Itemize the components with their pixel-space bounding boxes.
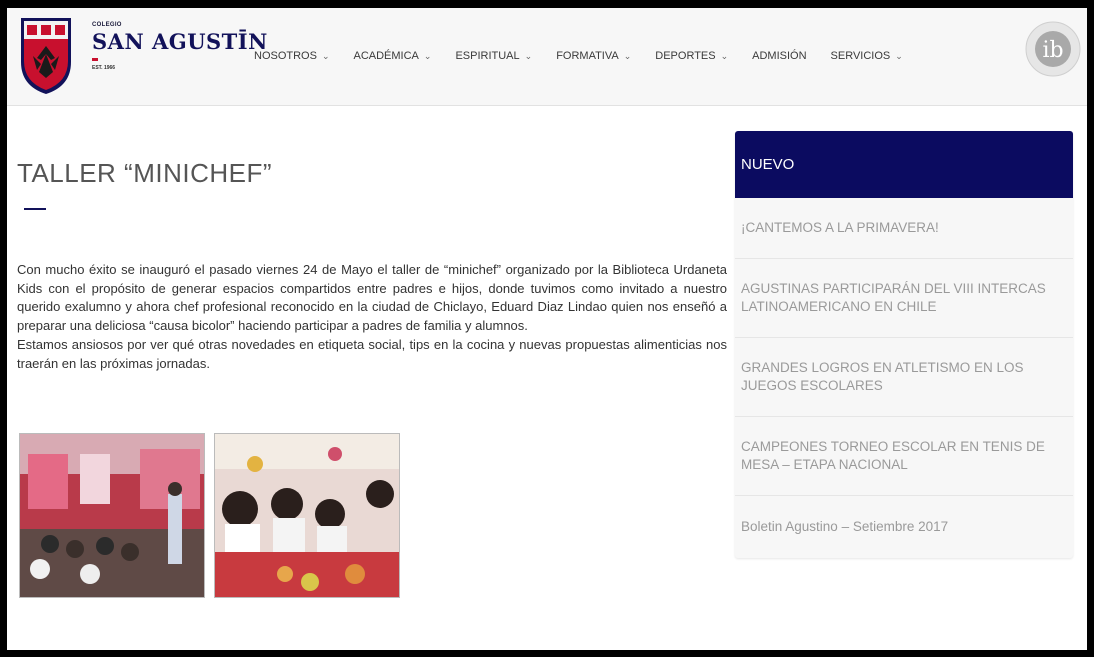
sidebar-news-item[interactable]: CAMPEONES TORNEO ESCOLAR EN TENIS DE MES… <box>735 417 1073 496</box>
sidebar-heading: NUEVO <box>735 131 1073 198</box>
nav-label: ACADÉMICA <box>353 50 419 62</box>
brand-name: SAN AGUSTĪN <box>92 29 268 54</box>
nav-label: ADMISIÓN <box>752 50 807 62</box>
news-sidebar: NUEVO ¡CANTEMOS A LA PRIMAVERA! AGUSTINA… <box>735 131 1073 558</box>
nav-label: SERVICIOS <box>830 50 891 62</box>
chevron-down-icon: ⌄ <box>895 50 903 61</box>
main-nav: NOSOTROS ⌄ ACADÉMICA ⌄ ESPIRITUAL ⌄ FORMATI… <box>254 50 927 62</box>
ib-logo-letters: ib <box>1042 38 1063 63</box>
chevron-down-icon: ⌄ <box>423 50 432 61</box>
chevron-down-icon: ⌄ <box>720 50 729 61</box>
nav-item-academica[interactable]: ACADÉMICA ⌄ <box>354 50 432 62</box>
classroom-photo-image <box>20 434 204 597</box>
nav-item-espiritual[interactable]: ESPIRITUAL ⌄ <box>455 50 532 62</box>
nav-label: ESPIRITUAL <box>455 50 520 62</box>
site-header: COLEGIO SAN AGUSTĪN EST. 1966 NOSOTROS ⌄ … <box>7 8 1087 106</box>
ib-world-school-logo[interactable]: ib <box>1024 20 1082 78</box>
article-body: Con mucho éxito se inauguró el pasado vi… <box>17 261 727 373</box>
chevron-down-icon: ⌄ <box>623 50 632 61</box>
nav-item-nosotros[interactable]: NOSOTROS ⌄ <box>254 50 330 62</box>
brand-block[interactable]: COLEGIO SAN AGUSTĪN EST. 1966 <box>92 22 268 71</box>
nav-label: NOSOTROS <box>254 50 317 62</box>
sidebar-news-item[interactable]: ¡CANTEMOS A LA PRIMAVERA! <box>735 198 1073 259</box>
nav-item-deportes[interactable]: DEPORTES ⌄ <box>655 50 728 62</box>
nav-item-formativa[interactable]: FORMATIVA ⌄ <box>556 50 631 62</box>
school-crest-logo[interactable] <box>19 16 73 96</box>
article-title: TALLER “MINICHEF” <box>17 158 273 188</box>
chevron-down-icon: ⌄ <box>524 50 533 61</box>
nav-item-admision[interactable]: ADMISIÓN <box>752 50 806 62</box>
nav-label: FORMATIVA <box>556 50 619 62</box>
chevron-down-icon: ⌄ <box>321 50 330 61</box>
article-paragraph: Con mucho éxito se inauguró el pasado vi… <box>17 262 727 334</box>
sidebar-news-item[interactable]: GRANDES LOGROS EN ATLETISMO EN LOS JUEGO… <box>735 338 1073 417</box>
brand-established: EST. 1966 <box>92 65 116 71</box>
nav-item-servicios[interactable]: SERVICIOS ⌄ <box>831 50 903 62</box>
page-frame: COLEGIO SAN AGUSTĪN EST. 1966 NOSOTROS ⌄ … <box>7 8 1087 650</box>
sidebar-news-item[interactable]: Boletin Agustino – Setiembre 2017 <box>735 496 1073 558</box>
brand-small-text: COLEGIO <box>92 22 122 28</box>
brand-accent-bar <box>92 58 98 61</box>
nav-label: DEPORTES <box>655 50 716 62</box>
article-photo-classroom[interactable] <box>19 433 205 598</box>
cooking-photo-image <box>215 434 399 597</box>
title-underline <box>24 208 46 210</box>
sidebar-news-item[interactable]: AGUSTINAS PARTICIPARÁN DEL VIII INTERCAS… <box>735 259 1073 338</box>
article-paragraph: Estamos ansiosos por ver qué otras noved… <box>17 336 727 371</box>
article-photo-cooking[interactable] <box>214 433 400 598</box>
